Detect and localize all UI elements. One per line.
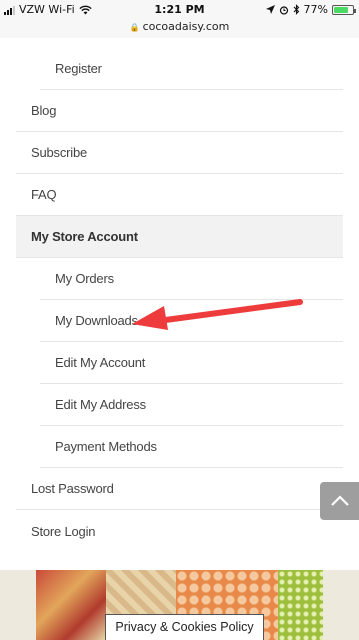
url-domain: cocoadaisy.com — [142, 20, 230, 33]
bluetooth-icon — [293, 4, 299, 15]
paper-swatch-red — [36, 570, 106, 640]
url-bar[interactable]: 🔒 cocoadaisy.com — [0, 20, 359, 38]
menu-item-subscribe[interactable]: Subscribe — [16, 132, 343, 174]
location-arrow-icon — [265, 5, 275, 14]
menu-item-label: Blog — [31, 103, 57, 118]
menu-item-my-store-account[interactable]: My Store Account — [16, 216, 343, 258]
menu-item-blog[interactable]: Blog — [16, 90, 343, 132]
menu-item-edit-my-address[interactable]: Edit My Address — [40, 384, 343, 426]
menu-item-label: FAQ — [31, 187, 57, 202]
chevron-up-icon — [330, 495, 349, 506]
menu-item-payment-methods[interactable]: Payment Methods — [40, 426, 343, 468]
menu-item-label: Edit My Address — [55, 397, 146, 412]
alarm-icon — [279, 5, 288, 15]
scroll-to-top-button[interactable] — [320, 482, 359, 520]
battery-fill — [334, 6, 348, 13]
menu-item-lost-password[interactable]: Lost Password — [16, 468, 343, 510]
menu-item-register[interactable]: Register — [40, 48, 343, 90]
privacy-cookies-button[interactable]: Privacy & Cookies Policy — [105, 614, 264, 640]
menu-item-label: Payment Methods — [55, 439, 157, 454]
menu-item-label: Register — [55, 61, 102, 76]
menu-item-label: Subscribe — [31, 145, 88, 160]
menu-item-label: My Store Account — [31, 229, 138, 244]
menu-item-label: Store Login — [31, 523, 96, 539]
menu-item-faq[interactable]: FAQ — [16, 174, 343, 216]
menu-item-label: Lost Password — [31, 481, 114, 496]
status-right: 77% — [265, 3, 356, 16]
status-bar: VZW Wi-Fi 1:21 PM 77% — [0, 0, 359, 20]
red-arrow-icon — [132, 299, 303, 330]
lock-icon: 🔒 — [129, 23, 140, 32]
battery-icon — [332, 4, 356, 15]
menu-item-label: Edit My Account — [55, 355, 146, 370]
paper-swatch-green-dots — [278, 570, 323, 640]
menu-item-store-login[interactable]: Store Login — [16, 510, 343, 552]
menu-item-label: My Downloads — [55, 313, 138, 328]
menu-item-edit-my-account[interactable]: Edit My Account — [40, 342, 343, 384]
menu-item-label: My Orders — [55, 271, 114, 286]
battery-percent: 77% — [303, 3, 328, 16]
